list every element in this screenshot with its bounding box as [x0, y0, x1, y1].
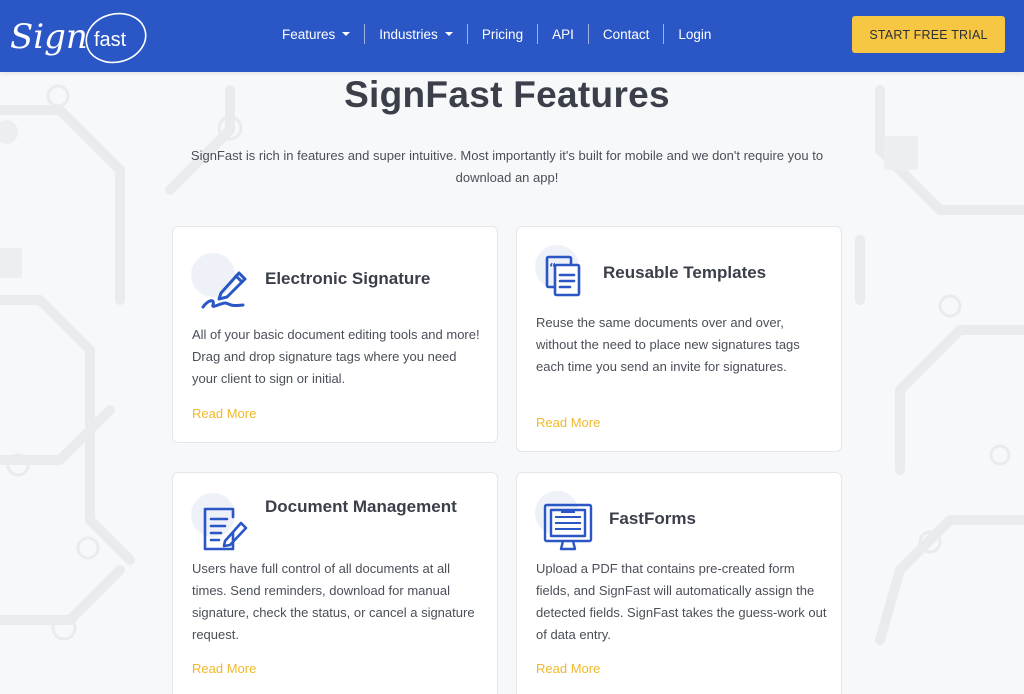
page-title: SignFast Features	[344, 74, 670, 115]
document-edit-icon-wrap	[191, 493, 255, 557]
form-monitor-icon	[543, 503, 593, 551]
nav-contact[interactable]: Contact	[589, 24, 665, 44]
read-more-link[interactable]: Read More	[536, 661, 600, 676]
feature-title: Document Management	[265, 497, 457, 516]
feature-description: All of your basic document editing tools…	[192, 327, 480, 386]
feature-description: Upload a PDF that contains pre-created f…	[536, 561, 827, 642]
main-nav: Features Industries Pricing API Contact …	[268, 22, 725, 46]
feature-card-reusable-templates: “ Reusable Templates Reuse the same docu…	[516, 226, 842, 452]
start-free-trial-button[interactable]: START FREE TRIAL	[852, 16, 1005, 53]
nav-pricing-label: Pricing	[481, 26, 524, 42]
templates-icon-wrap: “	[535, 245, 599, 309]
nav-features-label: Features	[282, 26, 336, 42]
nav-industries[interactable]: Industries	[365, 24, 468, 44]
svg-text:Sign: Sign	[10, 17, 88, 57]
feature-description: Reuse the same documents over and over, …	[536, 315, 800, 374]
feature-card-document-management: Document Management Users have full cont…	[172, 472, 498, 694]
svg-text:“: “	[549, 261, 556, 274]
caret-down-icon	[342, 32, 351, 36]
nav-pricing[interactable]: Pricing	[468, 24, 539, 44]
read-more-link[interactable]: Read More	[536, 415, 600, 430]
top-navbar: Sign fast Features Industries Pricing AP…	[0, 0, 1024, 72]
nav-features[interactable]: Features	[268, 24, 366, 44]
signature-pen-icon-wrap	[191, 253, 255, 317]
feature-card-electronic-signature: Electronic Signature All of your basic d…	[172, 226, 498, 443]
read-more-link[interactable]: Read More	[192, 661, 256, 676]
feature-title: Electronic Signature	[265, 269, 431, 288]
nav-login-label: Login	[678, 26, 712, 42]
nav-contact-label: Contact	[602, 26, 650, 42]
feature-title: FastForms	[609, 509, 696, 528]
signfast-logo[interactable]: Sign fast	[8, 4, 148, 66]
feature-description: Users have full control of all documents…	[192, 561, 475, 642]
signfast-logo-mark: Sign fast	[10, 12, 147, 64]
nav-api-label: API	[552, 26, 574, 42]
document-edit-icon	[203, 507, 248, 551]
read-more-link[interactable]: Read More	[192, 406, 256, 421]
page-subtitle: SignFast is rich in features and super i…	[190, 148, 824, 185]
svg-text:fast: fast	[94, 29, 127, 51]
form-monitor-icon-wrap	[535, 491, 599, 555]
nav-login[interactable]: Login	[664, 24, 725, 44]
nav-industries-label: Industries	[379, 26, 438, 42]
feature-title: Reusable Templates	[603, 263, 767, 282]
nav-api[interactable]: API	[538, 24, 589, 44]
caret-down-icon	[444, 32, 453, 36]
signature-pen-icon	[201, 271, 247, 309]
feature-card-fastforms: FastForms Upload a PDF that contains pre…	[516, 472, 842, 694]
templates-icon: “	[545, 255, 581, 297]
